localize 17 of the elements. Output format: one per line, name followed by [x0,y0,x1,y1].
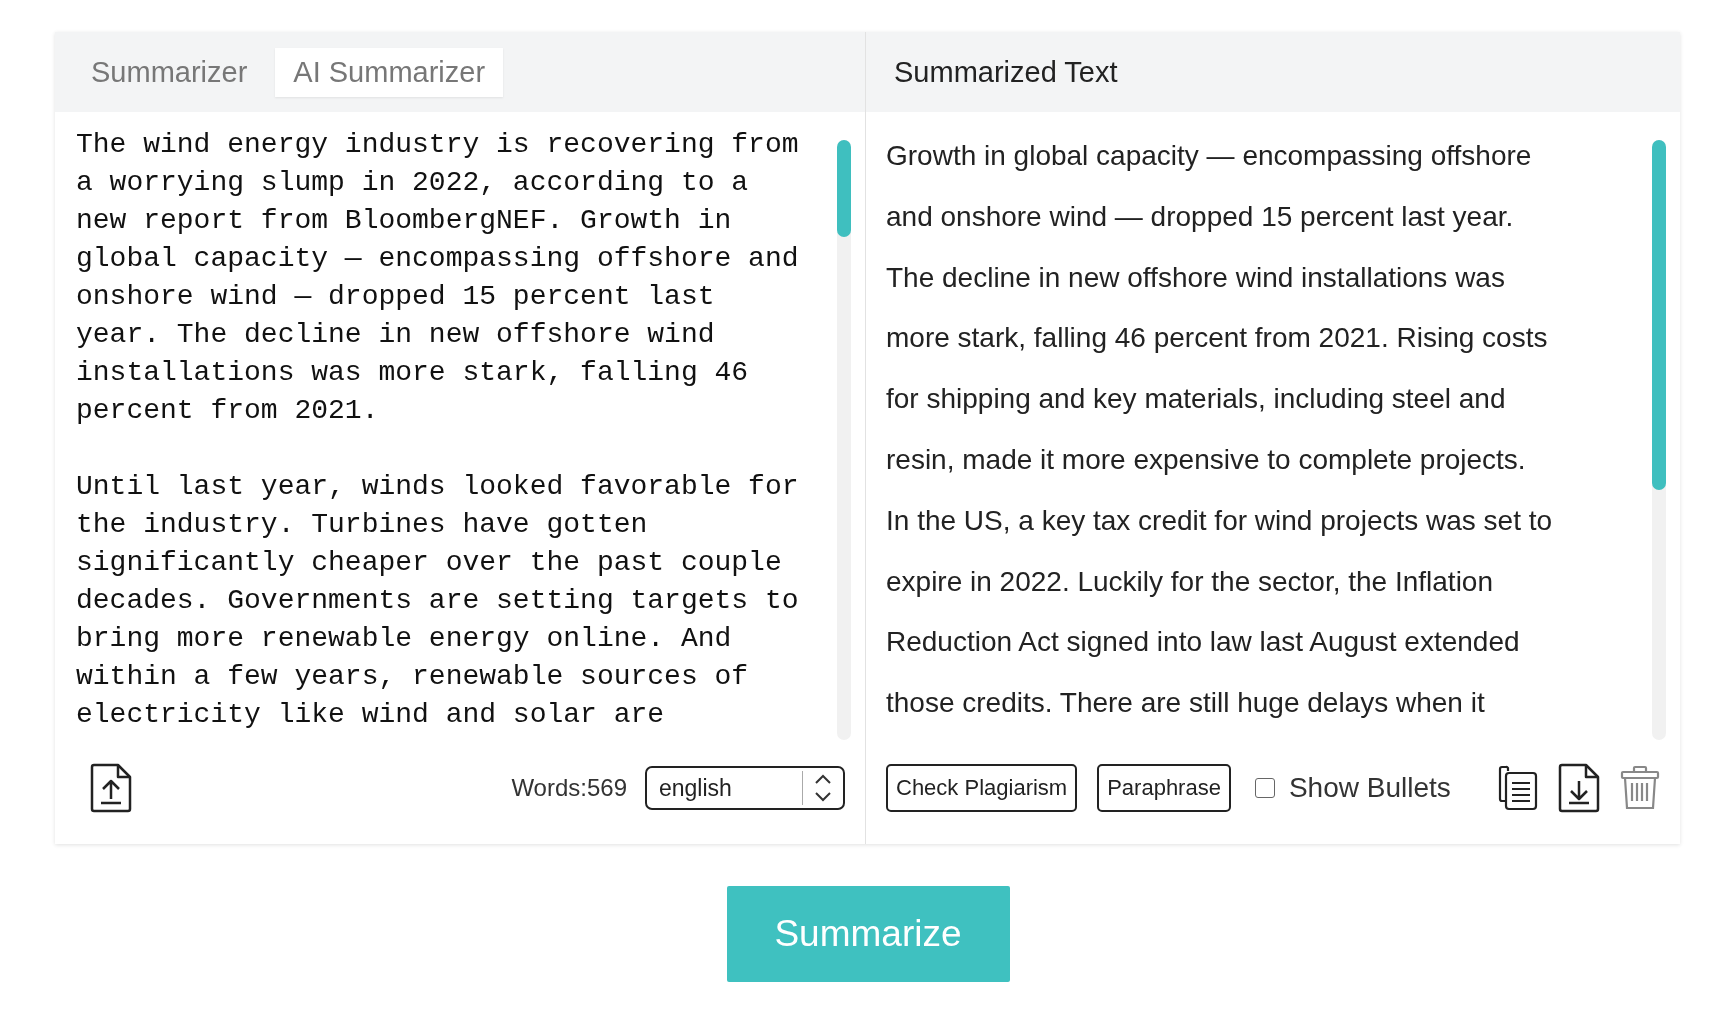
tab[interactable]: Summarizer [73,47,266,97]
trash-icon[interactable] [1620,765,1660,811]
file-upload-icon[interactable] [90,763,132,813]
scrollbar[interactable] [1652,140,1666,740]
word-count: Words:569 [511,774,627,802]
language-select[interactable]: english [645,766,845,810]
outline-button[interactable]: Check Plagiarism [886,764,1078,812]
scrollbar[interactable] [837,140,851,740]
file-download-icon[interactable] [1558,763,1600,813]
checkbox[interactable] [1254,778,1275,798]
copy-icon[interactable] [1498,765,1538,811]
panel-title: Summarized Text [893,55,1119,89]
outline-button[interactable]: Paraphrase [1097,764,1231,812]
summary-text: Growth in global capacity — encompassing offshore and onshore wind — dropped 15 percent last year. The decline in new offshore wind installations was more stark, falling 46 percent from 2021. Rising costs for shipping and key materials, including steel and resin, made it more expensive to complete projects. In the US, a key tax credit for wind projects was set to expire in 2022. Luckily for the sector, the Inflation Reduction Act signed into law last August extended those credits. There are still huge delays when it [885,139,1554,721]
tab[interactable]: AI Summarizer [275,47,504,97]
checkbox-label: Show Bullets [1288,772,1451,804]
input-text-field[interactable]: The wind energy industry is recovering from a worrying slump in 2022, according to a new report from BloombergNEF. Growth in global capacity — encompassing offshore and onshore wind — dropped 15 percent last year. The decline in new offshore wind installations was more stark, falling 46 percent from 2021. Until last year, winds looked favorable for the industry. Turbines have gotten significantly cheaper over the past couple decades. Governments are setting targets to bring more renewable energy online. And within a few years, renewable sources of electricity like wind and solar are [55,126,831,740]
